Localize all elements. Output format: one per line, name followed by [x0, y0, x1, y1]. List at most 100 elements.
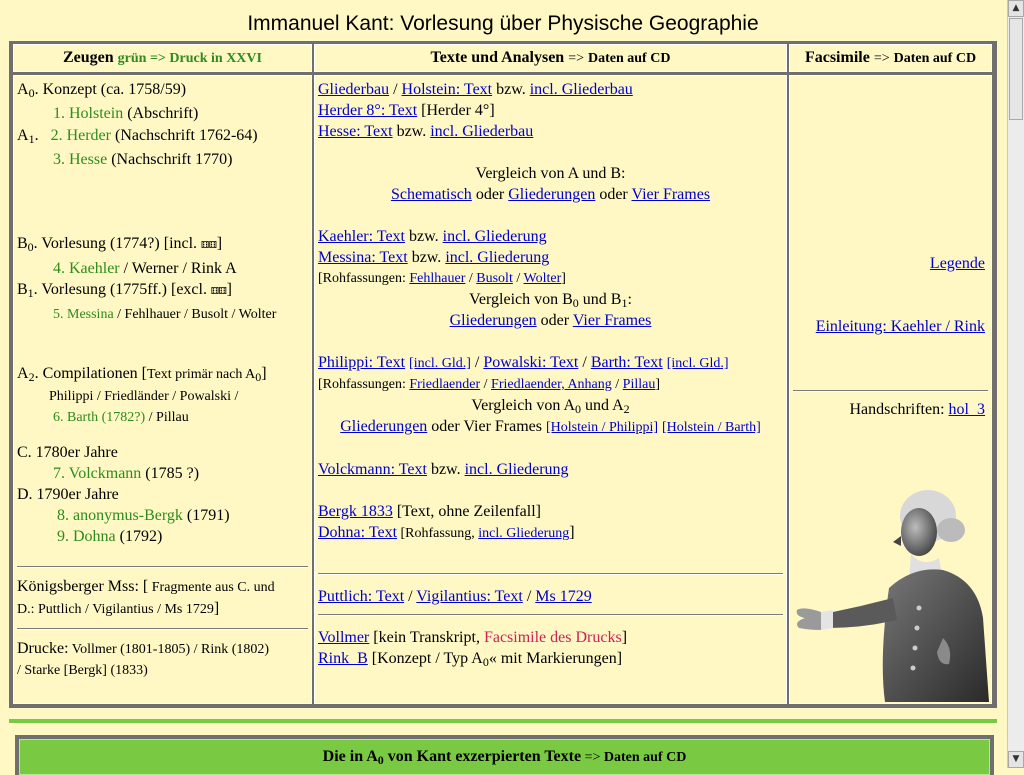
zeugen-a1-herder: A1. 2. Herder (Nachschrift 1762-64) [17, 127, 258, 146]
facsimile-column: Legende Einleitung: Kaehler / Rink Hands… [789, 75, 992, 704]
vertical-scrollbar[interactable]: ▲ ▼ [1007, 0, 1024, 768]
texte-mss: Puttlich: Text / Vigilantius: Text / Ms … [318, 588, 592, 605]
einleitung-link[interactable]: Einleitung: Kaehler / Rink [816, 318, 985, 335]
kaehler-text-link[interactable]: Kaehler: Text [318, 228, 405, 245]
hesse-gliederbau-link[interactable]: incl. Gliederbau [430, 123, 533, 140]
zeugen-anonymus: 8. anonymus-Bergk (1791) [57, 507, 230, 524]
kaehler-gliederung-link[interactable]: incl. Gliederung [443, 228, 547, 245]
busolt-link[interactable]: Busolt [476, 271, 513, 286]
texte-list: Gliederbau / Holstein: Text bzw. incl. G… [318, 79, 783, 544]
gliederbau-link[interactable]: Gliederbau [318, 81, 389, 98]
zeugen-b1: B1. Vorlesung (1775ff.) [excl. ⚅⚅] [17, 281, 232, 300]
kant-portrait-image [796, 490, 989, 702]
wolter-link[interactable]: Wolter [523, 271, 561, 286]
friedlaender-link[interactable]: Friedlaender [409, 377, 480, 392]
header-texte-arrow: => [568, 51, 584, 66]
zeugen-kaehler: 4. Kaehler / Werner / Rink A [53, 260, 237, 277]
divider [17, 628, 308, 630]
zeugen-koenigsberger: Königsberger Mss: [ Fragmente aus C. und… [17, 578, 275, 617]
scroll-up-icon[interactable]: ▲ [1008, 0, 1024, 17]
holstein-philippi-link[interactable]: [Holstein / Philippi] [546, 420, 658, 435]
vigilantius-link[interactable]: Vigilantius: Text [416, 588, 523, 605]
zeugen-a2-list: Philippi / Friedländer / Powalski / [49, 389, 239, 404]
volckmann-text-link[interactable]: Volckmann: Text [318, 461, 427, 478]
header-texte-label: Texte und Analysen [430, 49, 565, 66]
handschriften-line: Handschriften: hol_3 [849, 401, 985, 418]
fehlhauer-link[interactable]: Fehlhauer [409, 271, 465, 286]
zeugen-column: A0. Konzept (ca. 1758/59) 1. Holstein (A… [13, 75, 312, 704]
volckmann-gliederung-link[interactable]: incl. Gliederung [465, 461, 569, 478]
divider [17, 566, 308, 568]
messina-text-link[interactable]: Messina: Text [318, 249, 408, 266]
exzerpte-box: Die in A0 von Kant exzerpierten Texte =>… [15, 735, 994, 775]
schematisch-link[interactable]: Schematisch [391, 186, 472, 203]
friedlaender-anhang-link[interactable]: Friedlaender, Anhang [491, 377, 612, 392]
main-table: Zeugen grün => Druck in XXVI Texte und A… [9, 41, 997, 708]
zeugen-b0: B0. Vorlesung (1774?) [incl. ⚅⚅] [17, 235, 223, 254]
facsimile-drucks-label: Facsimile des Drucks [483, 629, 622, 646]
header-facsimile-label: Facsimile [804, 49, 870, 66]
messina-gliederung-link[interactable]: incl. Gliederung [445, 249, 549, 266]
gliederungen-a-link[interactable]: Gliederungen [340, 418, 427, 435]
divider [318, 614, 783, 616]
gliederungen-ab-link[interactable]: Gliederungen [508, 186, 595, 203]
zeugen-drucke: Drucke: Vollmer (1801-1805) / Rink (1802… [17, 640, 270, 678]
texte-drucke: Vollmer [kein Transkript, Facsimile des … [318, 629, 628, 669]
gliederungen-b-link[interactable]: Gliederungen [450, 312, 537, 329]
scroll-thumb[interactable] [1009, 18, 1023, 120]
vier-frames-b-link[interactable]: Vier Frames [573, 312, 652, 329]
zeugen-hesse: 3. Hesse (Nachschrift 1770) [53, 151, 233, 168]
zeugen-a0: A0. Konzept (ca. 1758/59) [17, 81, 187, 100]
legende-link[interactable]: Legende [930, 255, 985, 272]
zeugen-messina: 5. Messina / Fehlhauer / Busolt / Wolter [53, 307, 277, 322]
holstein-barth-link[interactable]: [Holstein / Barth] [662, 420, 761, 435]
exzerpte-header: Die in A0 von Kant exzerpierten Texte =>… [19, 739, 990, 775]
zeugen-volckmann: 7. Volckmann (1785 ?) [53, 465, 200, 482]
vergleich-a-label: Vergleich von A0 und A2 [471, 397, 630, 416]
dohna-text-link[interactable]: Dohna: Text [318, 524, 397, 541]
header-zeugen-label: Zeugen [63, 49, 114, 66]
zeugen-list: A0. Konzept (ca. 1758/59) 1. Holstein (A… [17, 79, 276, 547]
header-texte-note: Daten auf CD [588, 51, 671, 66]
zeugen-a2: A2. Compilationen [Text primär nach A0] [17, 365, 267, 384]
vollmer-link[interactable]: Vollmer [318, 629, 369, 646]
scroll-down-icon[interactable]: ▼ [1008, 751, 1024, 768]
page-title: Immanuel Kant: Vorlesung über Physische … [247, 12, 759, 35]
zeugen-dohna: 9. Dohna (1792) [57, 528, 163, 545]
philippi-gld-link[interactable]: [incl. Gld.] [409, 356, 471, 371]
powalski-text-link[interactable]: Powalski: Text [483, 354, 578, 371]
herder8-text-link[interactable]: Herder 8°: Text [318, 102, 417, 119]
rink-b-link[interactable]: Rink_B [318, 650, 368, 667]
barth-gld-link[interactable]: [incl. Gld.] [667, 356, 729, 371]
divider [793, 390, 988, 392]
header-zeugen: Zeugen grün => Druck in XXVI [13, 44, 312, 72]
header-texte: Texte und Analysen => Daten auf CD [314, 44, 787, 72]
dohna-gliederung-link[interactable]: incl. Gliederung [478, 526, 569, 541]
vier-frames-ab-link[interactable]: Vier Frames [631, 186, 710, 203]
barth-text-link[interactable]: Barth: Text [591, 354, 663, 371]
header-facsimile: Facsimile => Daten auf CD [789, 44, 992, 72]
zeugen-holstein: 1. Holstein (Abschrift) [53, 105, 199, 122]
puttlich-link[interactable]: Puttlich: Text [318, 588, 404, 605]
ms1729-link[interactable]: Ms 1729 [535, 588, 591, 605]
texte-column: Gliederbau / Holstein: Text bzw. incl. G… [314, 75, 787, 704]
header-facsimile-note: Daten auf CD [893, 51, 977, 66]
pillau-link[interactable]: Pillau [623, 377, 656, 392]
zeugen-d: D. 1790er Jahre [17, 486, 119, 503]
vergleich-b-label: Vergleich von B0 und B1: [469, 291, 632, 310]
vergleich-ab-label: Vergleich von A und B: [475, 165, 626, 182]
dice-icon: ⚅⚅ [201, 237, 217, 252]
header-facsimile-arrow: => [873, 51, 890, 66]
holstein-gliederbau-link[interactable]: incl. Gliederbau [530, 81, 633, 98]
bergk-link[interactable]: Bergk 1833 [318, 503, 393, 520]
green-separator [9, 719, 997, 723]
holstein-text-link[interactable]: Holstein: Text [402, 81, 493, 98]
philippi-text-link[interactable]: Philippi: Text [318, 354, 405, 371]
dice-icon: ⚅⚅ [210, 283, 227, 298]
hesse-text-link[interactable]: Hesse: Text [318, 123, 393, 140]
divider [318, 573, 783, 575]
zeugen-barth: 6. Barth (1782?) / Pillau [53, 410, 189, 425]
hol3-link[interactable]: hol_3 [949, 401, 985, 418]
header-zeugen-note: grün => Druck in XXVI [117, 51, 262, 66]
zeugen-c: C. 1780er Jahre [17, 444, 118, 461]
